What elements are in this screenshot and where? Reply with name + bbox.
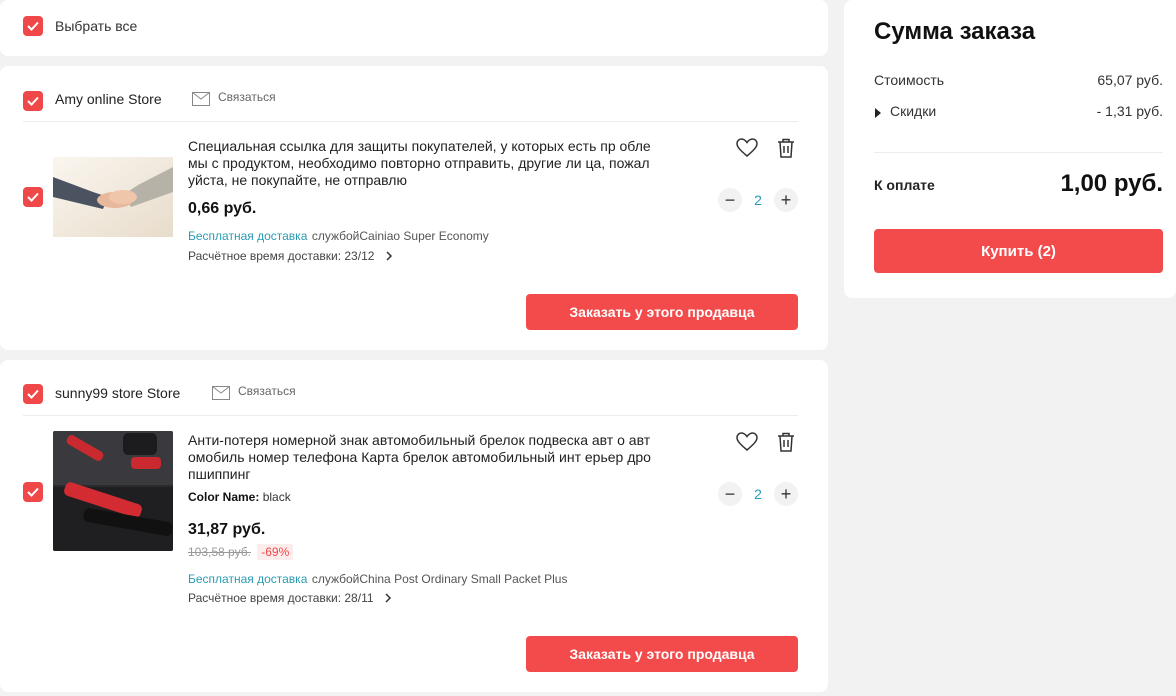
product-title[interactable]: Специальная ссылка для защиты покупателе… [188,138,654,189]
check-icon [27,487,39,497]
quantity-value[interactable]: 2 [748,486,768,502]
store-checkbox[interactable] [23,384,43,404]
order-from-seller-button[interactable]: Заказать у этого продавца [526,636,798,672]
product-image-keychain[interactable] [53,431,173,551]
shipping-info: Бесплатная доставка службойCainiao Super… [188,227,489,245]
free-shipping-label: Бесплатная доставка [188,572,308,586]
old-price-row: 103,58 руб. -69% [188,544,294,560]
shipping-service: службойCainiao Super Economy [311,229,489,243]
summary-title: Сумма заказа [874,18,1036,45]
order-from-seller-button[interactable]: Заказать у этого продавца [526,294,798,330]
caret-right-icon[interactable] [875,105,881,123]
quantity-decrease-button[interactable]: − [718,188,742,212]
shipping-service: службойChina Post Ordinary Small Packet … [311,572,568,586]
variant-label: Color Name: [188,490,260,504]
variant-value: black [262,490,291,504]
wishlist-icon[interactable] [736,432,758,457]
quantity-value[interactable]: 2 [748,192,768,208]
old-price: 103,58 руб. [188,545,251,559]
envelope-icon[interactable] [192,92,210,111]
select-all-card: Выбрать все [0,0,828,56]
discount-badge: -69% [257,544,294,560]
select-all-checkbox[interactable] [23,16,43,36]
chevron-right-icon [386,251,392,261]
item-checkbox[interactable] [23,482,43,502]
product-title[interactable]: Анти-потеря номерной знак автомобильный … [188,432,654,483]
quantity-decrease-button[interactable]: − [718,482,742,506]
check-icon [27,192,39,202]
total-label: К оплате [874,177,935,193]
divider [23,415,798,416]
product-image-handshake[interactable] [53,137,173,257]
chevron-right-icon [385,593,392,603]
buy-button[interactable]: Купить (2) [874,229,1163,273]
divider [874,152,1163,153]
delivery-eta: Расчётное время доставки: 28/11 [188,591,374,605]
check-icon [27,389,39,399]
select-all-label: Выбрать все [55,18,138,34]
wishlist-icon[interactable] [736,138,758,163]
cost-value: 65,07 руб. [1097,72,1163,88]
delivery-eta: Расчётное время доставки: 23/12 [188,249,375,263]
eta-row[interactable]: Расчётное время доставки: 23/12 [188,247,393,265]
shipping-info: Бесплатная доставка службойChina Post Or… [188,570,567,588]
eta-row[interactable]: Расчётное время доставки: 28/11 [188,589,392,607]
check-icon [27,21,39,31]
quantity-increase-button[interactable]: + [774,188,798,212]
divider [23,121,798,122]
variant-row: Color Name: black [188,490,291,504]
total-value: 1,00 руб. [1060,170,1163,197]
free-shipping-label: Бесплатная доставка [188,229,308,243]
store-card: Amy online Store Связаться Специальная с… [0,66,828,350]
trash-icon[interactable] [777,138,795,163]
item-checkbox[interactable] [23,187,43,207]
product-price: 31,87 руб. [188,521,266,538]
discount-label[interactable]: Скидки [890,103,936,119]
order-summary-card: Сумма заказа Стоимость 65,07 руб. Скидки… [844,0,1176,298]
store-name[interactable]: Amy online Store [55,91,162,107]
product-price: 0,66 руб. [188,200,257,217]
contact-link[interactable]: Связаться [238,384,296,398]
check-icon [27,96,39,106]
envelope-icon[interactable] [212,386,230,405]
trash-icon[interactable] [777,432,795,457]
store-checkbox[interactable] [23,91,43,111]
store-card: sunny99 store Store Связаться Анти-потер… [0,360,828,692]
quantity-increase-button[interactable]: + [774,482,798,506]
discount-value: - 1,31 руб. [1096,103,1163,119]
contact-link[interactable]: Связаться [218,90,276,104]
store-name[interactable]: sunny99 store Store [55,385,180,401]
cost-label: Стоимость [874,72,945,88]
